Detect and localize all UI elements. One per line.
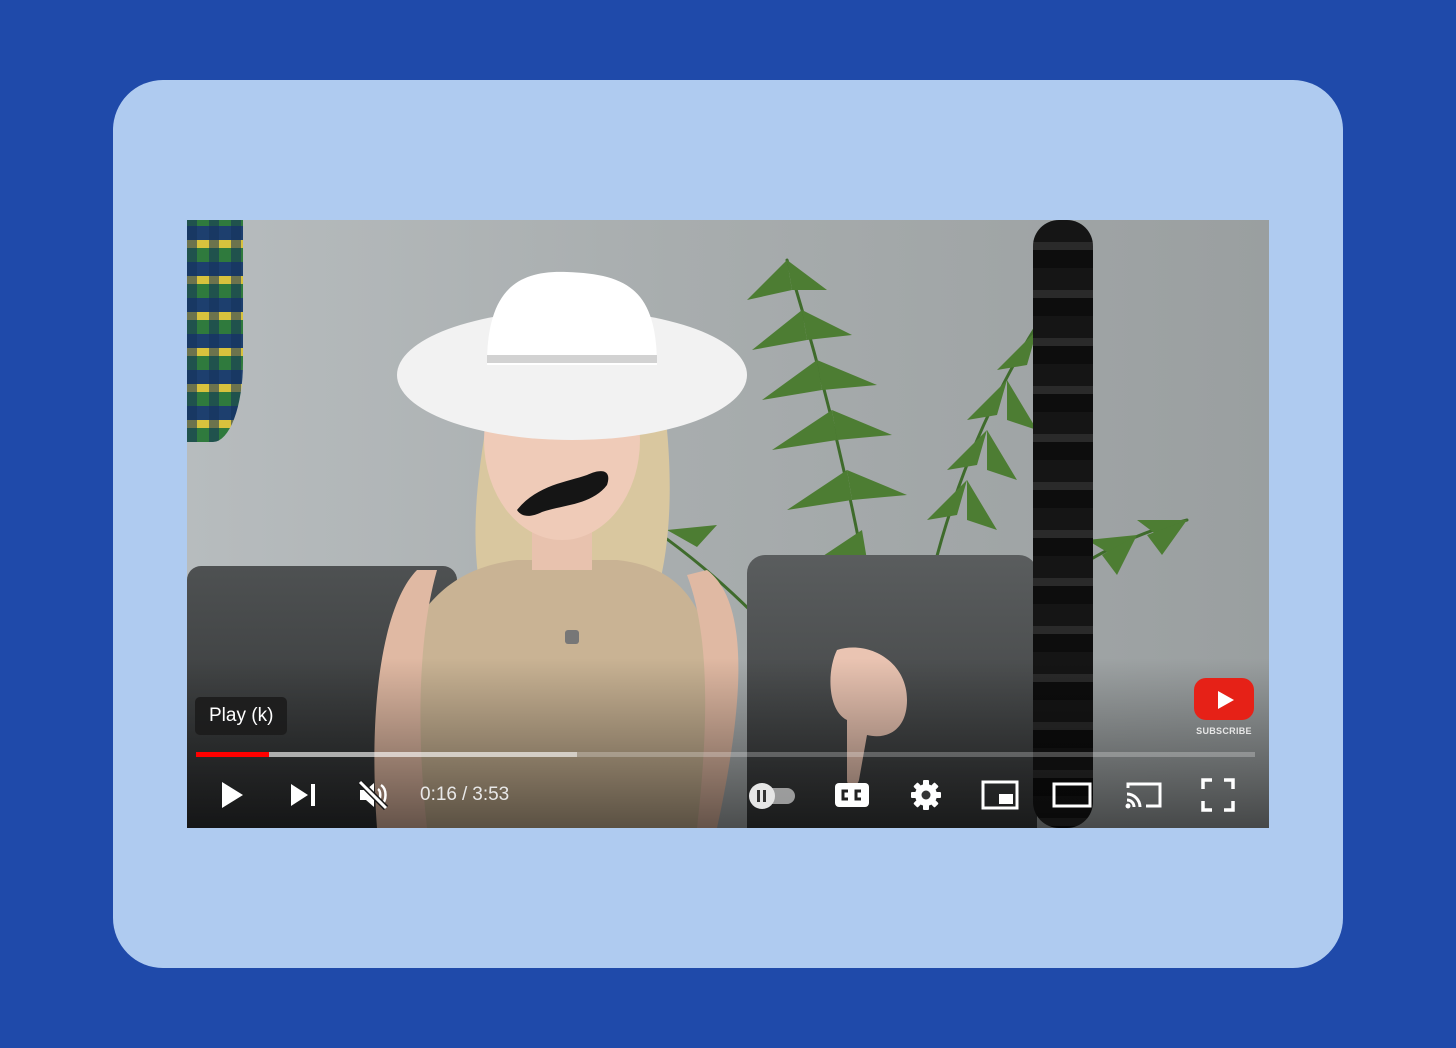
- progress-bar[interactable]: [196, 752, 1255, 757]
- time-separator: /: [461, 784, 468, 805]
- closed-captions-icon: [835, 783, 869, 807]
- cast-icon: [1125, 782, 1162, 809]
- skip-next-icon: [291, 784, 315, 806]
- subscribe-label: SUBSCRIBE: [1196, 726, 1252, 736]
- play-button[interactable]: [205, 768, 257, 822]
- theater-button[interactable]: [1045, 768, 1099, 822]
- subscribe-watermark[interactable]: SUBSCRIBE: [1192, 678, 1256, 736]
- miniplayer-button[interactable]: [973, 768, 1027, 822]
- current-time: 0:16: [420, 784, 457, 805]
- captions-button[interactable]: [825, 768, 879, 822]
- duration: 3:53: [472, 784, 510, 805]
- youtube-logo-icon: [1194, 678, 1254, 720]
- settings-button[interactable]: [899, 768, 953, 822]
- theater-mode-icon: [1052, 782, 1092, 808]
- fullscreen-button[interactable]: [1191, 768, 1245, 822]
- progress-played: [196, 752, 269, 757]
- fullscreen-icon: [1201, 778, 1235, 812]
- miniplayer-icon: [981, 780, 1019, 810]
- autoplay-toggle-icon: [749, 783, 795, 809]
- play-tooltip: Play (k): [195, 697, 288, 735]
- gear-icon: [911, 780, 941, 810]
- autoplay-toggle[interactable]: [743, 768, 803, 822]
- video-frame[interactable]: [187, 220, 1269, 828]
- time-display: 0:16/3:53: [420, 768, 509, 822]
- video-player[interactable]: Play (k) SUBSCRIBE 0:16/3:53: [187, 220, 1269, 828]
- mute-button[interactable]: [347, 768, 399, 822]
- cast-button[interactable]: [1117, 768, 1171, 822]
- control-bar: 0:16/3:53: [187, 768, 1269, 822]
- play-icon: [222, 782, 243, 808]
- volume-muted-icon: [357, 779, 389, 811]
- next-button[interactable]: [277, 768, 329, 822]
